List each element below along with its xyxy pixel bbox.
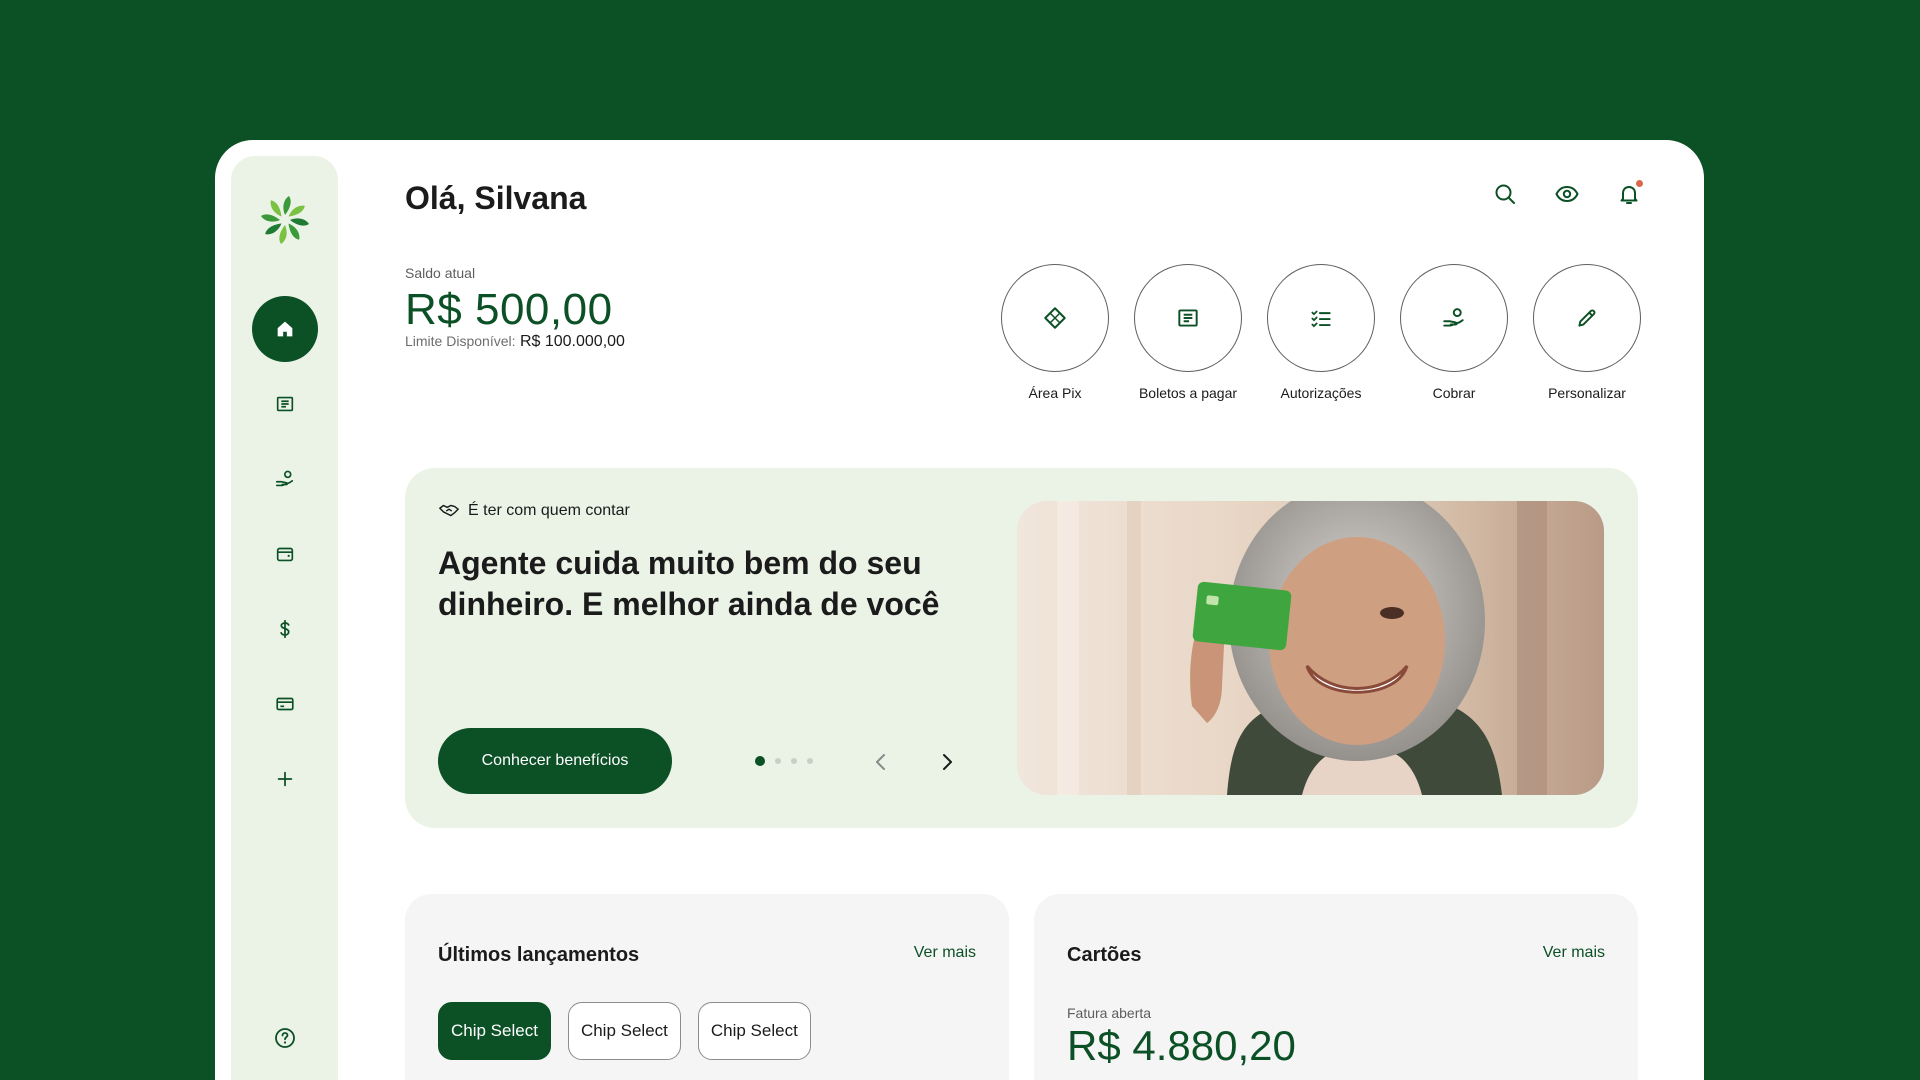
banner-tagline: É ter com quem contar [438, 500, 630, 522]
pencil-icon [1578, 309, 1596, 327]
quick-action-label: Personalizar [1548, 385, 1626, 401]
wallet-icon [276, 547, 293, 562]
cards-card: Cartões Ver mais Fatura aberta R$ 4.880,… [1034, 894, 1638, 1080]
top-actions [1493, 180, 1643, 206]
chevron-right-icon [943, 754, 952, 770]
card-icon [275, 697, 294, 711]
quick-action-label: Autorizações [1280, 385, 1362, 401]
sidebar-item-cards[interactable] [231, 671, 338, 737]
quick-action-label: Cobrar [1432, 385, 1476, 401]
sidebar [231, 156, 338, 1080]
limit-value: R$ 100.000,00 [519, 333, 625, 350]
sidebar-item-statement[interactable] [231, 371, 338, 437]
recent-see-more-link[interactable]: Ver mais [914, 944, 976, 962]
tagline-text: É ter com quem contar [468, 502, 630, 519]
quick-action-bills[interactable]: Boletos a pagar [1134, 264, 1242, 401]
carousel-next-button[interactable] [933, 748, 961, 776]
chevron-left-icon [876, 754, 885, 770]
quick-action-pix[interactable]: Área Pix [1001, 264, 1109, 401]
carousel-dot[interactable] [791, 758, 797, 764]
search-icon [1495, 184, 1515, 204]
carousel-dot[interactable] [755, 756, 765, 766]
recent-transactions-title: Últimos lançamentos [438, 944, 640, 966]
receipt-icon [1178, 309, 1198, 327]
filter-chip[interactable]: Chip Select [438, 1002, 551, 1060]
promo-banner: É ter com quem contar Agente cuida muito… [405, 468, 1638, 828]
quick-action-customize[interactable]: Personalizar [1533, 264, 1641, 401]
main-content: Olá, Silvana Saldo atual R$ 500,00 Limit… [405, 140, 1704, 1080]
notifications-button[interactable] [1617, 180, 1643, 206]
open-invoice-label: Fatura aberta [1067, 1005, 1152, 1021]
pix-icon [1044, 307, 1066, 329]
quick-action-label: Boletos a pagar [1138, 385, 1238, 401]
carousel-dot[interactable] [807, 758, 813, 764]
quick-action-charge[interactable]: Cobrar [1400, 264, 1508, 401]
banner-photo [1017, 501, 1604, 795]
balance-value: R$ 500,00 [405, 285, 613, 334]
sidebar-item-charge[interactable] [231, 446, 338, 512]
greeting: Olá, Silvana [405, 180, 587, 216]
sidebar-item-wallet[interactable] [231, 521, 338, 587]
carousel-prev-button[interactable] [867, 748, 895, 776]
banner-headline: Agente cuida muito bem do seu dinheiro. … [438, 545, 940, 622]
sidebar-item-add[interactable] [231, 746, 338, 812]
toggle-visibility-button[interactable] [1555, 182, 1579, 206]
home-icon [277, 321, 292, 337]
filter-chips: Chip Select Chip Select Chip Select [438, 1002, 811, 1060]
carousel-dot[interactable] [775, 758, 781, 764]
eye-icon [1555, 185, 1579, 203]
search-button[interactable] [1493, 182, 1517, 206]
cards-title: Cartões [1067, 944, 1142, 966]
checklist-icon [1311, 310, 1331, 328]
handshake-icon [439, 504, 459, 517]
plus-icon [277, 771, 292, 787]
carousel-pagination [755, 756, 813, 766]
help-button[interactable] [231, 1018, 338, 1058]
help-icon [274, 1028, 295, 1048]
app-window: Olá, Silvana Saldo atual R$ 500,00 Limit… [215, 140, 1704, 1080]
available-limit: Limite Disponível: R$ 100.000,00 [405, 333, 625, 351]
balance-label: Saldo atual [405, 265, 476, 281]
quick-actions: Área Pix Boletos a pagar Autorizações Co… [1001, 264, 1641, 401]
hand-coin-icon [275, 470, 293, 487]
filter-chip[interactable]: Chip Select [697, 1002, 811, 1060]
logo-icon [261, 194, 309, 246]
hand-coin-icon [1443, 308, 1464, 327]
open-invoice-value: R$ 4.880,20 [1067, 1022, 1296, 1069]
dollar-icon [279, 619, 290, 639]
receipt-icon [276, 396, 293, 412]
quick-action-authorizations[interactable]: Autorizações [1267, 264, 1375, 401]
sidebar-item-home[interactable] [231, 296, 338, 362]
limit-label: Limite Disponível: [405, 333, 516, 349]
sidebar-item-money[interactable] [231, 596, 338, 662]
recent-transactions-card: Últimos lançamentos Ver mais Chip Select… [405, 894, 1009, 1080]
cards-see-more-link[interactable]: Ver mais [1543, 944, 1605, 962]
quick-action-label: Área Pix [1028, 385, 1082, 401]
filter-chip[interactable]: Chip Select [567, 1002, 681, 1060]
notification-badge [1636, 180, 1643, 187]
benefits-button[interactable]: Conhecer benefícios [438, 728, 672, 794]
